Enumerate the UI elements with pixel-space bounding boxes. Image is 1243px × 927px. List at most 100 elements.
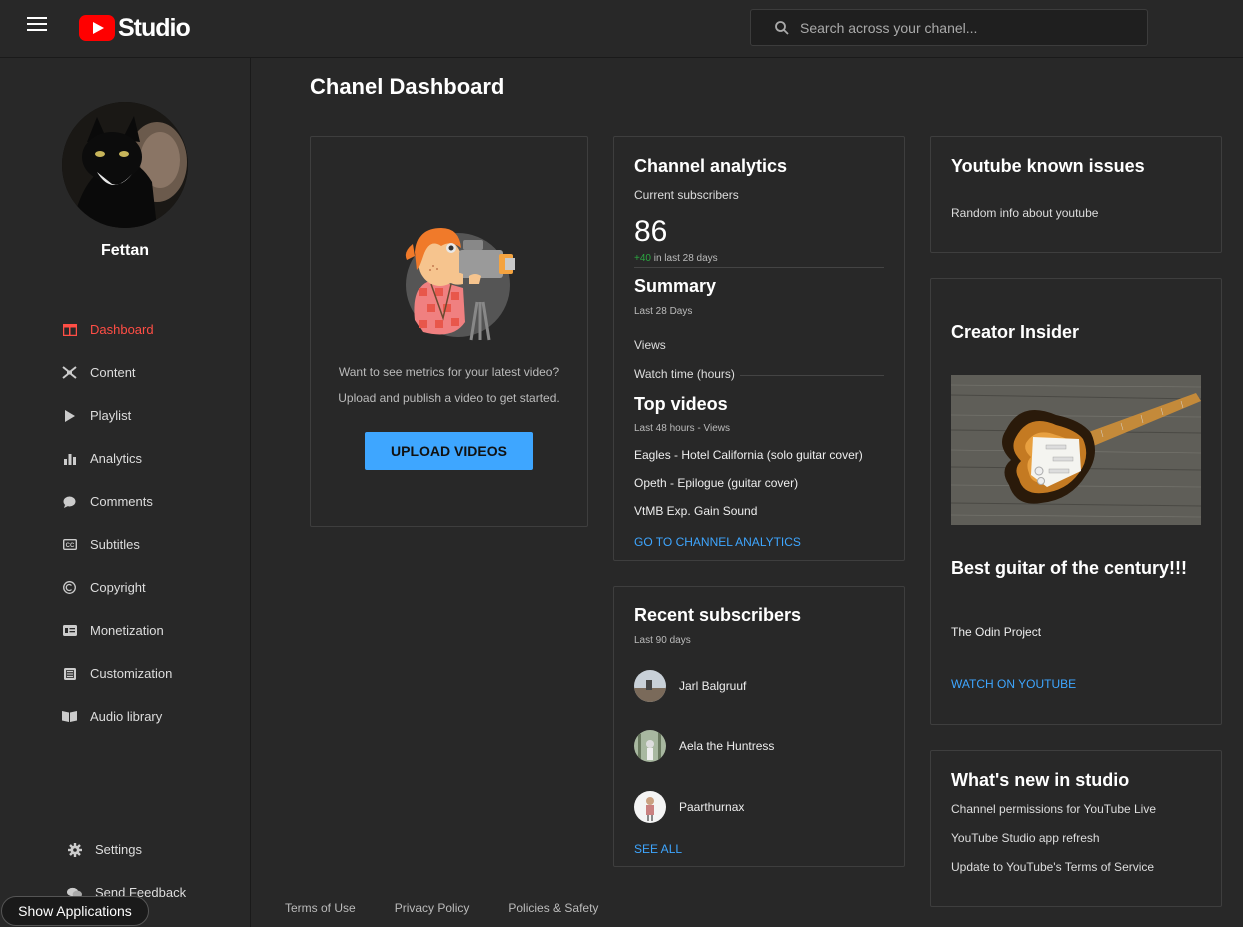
subscriber-avatar [634, 730, 666, 762]
sidebar-item-content[interactable]: Content [0, 351, 250, 394]
card-title: Creator Insider [951, 322, 1080, 342]
divider [634, 267, 884, 268]
video-headline: Best guitar of the century!!! [951, 558, 1188, 578]
sidebar-item-subtitles[interactable]: CC Subtitles [0, 523, 250, 566]
sidebar-item-monetization[interactable]: Monetization [0, 609, 250, 652]
youtube-logo-icon [79, 15, 115, 41]
hamburger-menu-icon[interactable] [27, 17, 47, 33]
sidebar-item-label: Content [90, 365, 136, 380]
subscriber-row[interactable]: Aela the Huntress [634, 730, 774, 762]
videographer-illustration [405, 228, 515, 341]
top-videos-period: Last 48 hours - Views [634, 423, 730, 434]
upload-videos-button[interactable]: UPLOAD VIDEOS [365, 432, 533, 470]
dashboard-icon [62, 322, 77, 337]
top-video-item[interactable]: VtMB Exp. Gain Sound [634, 504, 757, 518]
divider [740, 375, 884, 376]
subscriber-name: Jarl Balgruuf [679, 679, 747, 693]
video-source: The Odin Project [951, 625, 1042, 639]
whats-new-card: What's new in studio Channel permissions… [930, 750, 1222, 907]
sidebar-item-label: Dashboard [90, 322, 154, 337]
card-title: What's new in studio [951, 770, 1130, 790]
watch-on-youtube-link[interactable]: WATCH ON YOUTUBE [951, 677, 1076, 691]
sidebar-item-label: Monetization [90, 623, 164, 638]
sidebar-item-analytics[interactable]: Analytics [0, 437, 250, 480]
go-to-channel-analytics-link[interactable]: GO TO CHANNEL ANALYTICS [634, 535, 801, 549]
upload-video-card: Want to see metrics for your latest vide… [310, 136, 588, 527]
recent-period: Last 90 days [634, 635, 691, 646]
sidebar-item-copyright[interactable]: Copyright [0, 566, 250, 609]
avatar[interactable] [62, 102, 188, 228]
policies-safety-link[interactable]: Policies & Safety [508, 901, 598, 915]
sidebar-item-label: Comments [90, 494, 153, 509]
svg-text:CC: CC [65, 543, 74, 549]
content-icon [62, 365, 77, 380]
sidebar-nav: Dashboard Content Playlist Analytics Com… [0, 308, 250, 738]
subscriber-row[interactable]: Paarthurnax [634, 791, 744, 823]
top-videos-title: Top videos [634, 394, 728, 414]
issues-text: Random info about youtube [951, 206, 1099, 220]
card-title: Recent subscribers [634, 605, 802, 625]
sidebar-item-settings[interactable]: Settings [0, 828, 250, 871]
comments-icon [62, 494, 77, 509]
views-label: Views [634, 338, 666, 352]
subscriber-row[interactable]: Jarl Balgruuf [634, 670, 746, 702]
logo-word: Studio [118, 13, 191, 42]
sidebar-item-label: Playlist [90, 408, 132, 423]
gear-icon [67, 842, 82, 857]
studio-logo[interactable]: Studio [79, 13, 191, 43]
privacy-policy-link[interactable]: Privacy Policy [395, 901, 470, 915]
sidebar-item-label: Audio library [90, 709, 163, 724]
sidebar-item-playlist[interactable]: Playlist [0, 394, 250, 437]
sidebar: Fettan Dashboard Content Playlist Analyt… [0, 58, 251, 927]
terms-of-use-link[interactable]: Terms of Use [285, 901, 356, 915]
sidebar-item-comments[interactable]: Comments [0, 480, 250, 523]
upload-prompt: Want to see metrics for your latest vide… [311, 359, 587, 411]
analytics-icon [62, 451, 77, 466]
copyright-icon [62, 580, 77, 595]
subscribers-delta: +40 [634, 253, 651, 264]
playlist-icon [62, 408, 77, 423]
subscribers-period: in last 28 days [653, 253, 718, 264]
customization-icon [62, 666, 77, 681]
show-applications-button[interactable]: Show Applications [1, 896, 149, 926]
known-issues-card: Youtube known issues Random info about y… [930, 136, 1222, 253]
see-all-link[interactable]: SEE ALL [634, 842, 682, 856]
upload-prompt-line1: Want to see metrics for your latest vide… [338, 365, 560, 379]
creator-insider-card: Creator Insider Best guitar of the centu… [930, 278, 1222, 725]
top-bar: Studio [0, 0, 1243, 58]
page-title: Chanel Dashboard [310, 74, 505, 99]
subtitles-icon: CC [62, 537, 77, 552]
subscriber-name: Paarthurnax [679, 800, 745, 814]
sidebar-item-label: Subtitles [90, 537, 140, 552]
sidebar-item-label: Settings [95, 842, 142, 857]
recent-subscribers-card: Recent subscribers Last 90 days Jarl Bal… [613, 586, 905, 867]
upload-prompt-line2: Upload and publish a video to get starte… [338, 391, 560, 405]
search-icon [775, 20, 789, 35]
audio-library-icon [62, 709, 77, 724]
footer: Terms of Use Privacy Policy Policies & S… [285, 901, 637, 915]
search-input[interactable] [800, 19, 1120, 36]
whats-new-item[interactable]: YouTube Studio app refresh [951, 831, 1100, 845]
card-title: Youtube known issues [951, 156, 1145, 176]
subscriber-avatar [634, 670, 666, 702]
search-bar[interactable] [750, 9, 1148, 46]
monetization-icon [62, 623, 77, 638]
watch-time-label: Watch time (hours) [634, 367, 735, 381]
top-video-item[interactable]: Opeth - Epilogue (guitar cover) [634, 476, 798, 490]
sidebar-item-label: Analytics [90, 451, 143, 466]
sidebar-item-dashboard[interactable]: Dashboard [0, 308, 250, 351]
card-title: Channel analytics [634, 156, 788, 176]
subscribers-label: Current subscribers [634, 188, 739, 202]
whats-new-item[interactable]: Channel permissions for YouTube Live [951, 802, 1156, 816]
avatar-image [62, 102, 188, 228]
summary-title: Summary [634, 276, 717, 296]
sidebar-item-audio-library[interactable]: Audio library [0, 695, 250, 738]
sidebar-item-label: Copyright [90, 580, 146, 595]
guitar-thumbnail[interactable] [951, 375, 1201, 525]
whats-new-item[interactable]: Update to YouTube's Terms of Service [951, 860, 1154, 874]
channel-username: Fettan [101, 242, 149, 259]
sidebar-item-label: Customization [90, 666, 173, 681]
summary-period: Last 28 Days [634, 306, 693, 317]
sidebar-item-customization[interactable]: Customization [0, 652, 250, 695]
top-video-item[interactable]: Eagles - Hotel California (solo guitar c… [634, 448, 863, 462]
